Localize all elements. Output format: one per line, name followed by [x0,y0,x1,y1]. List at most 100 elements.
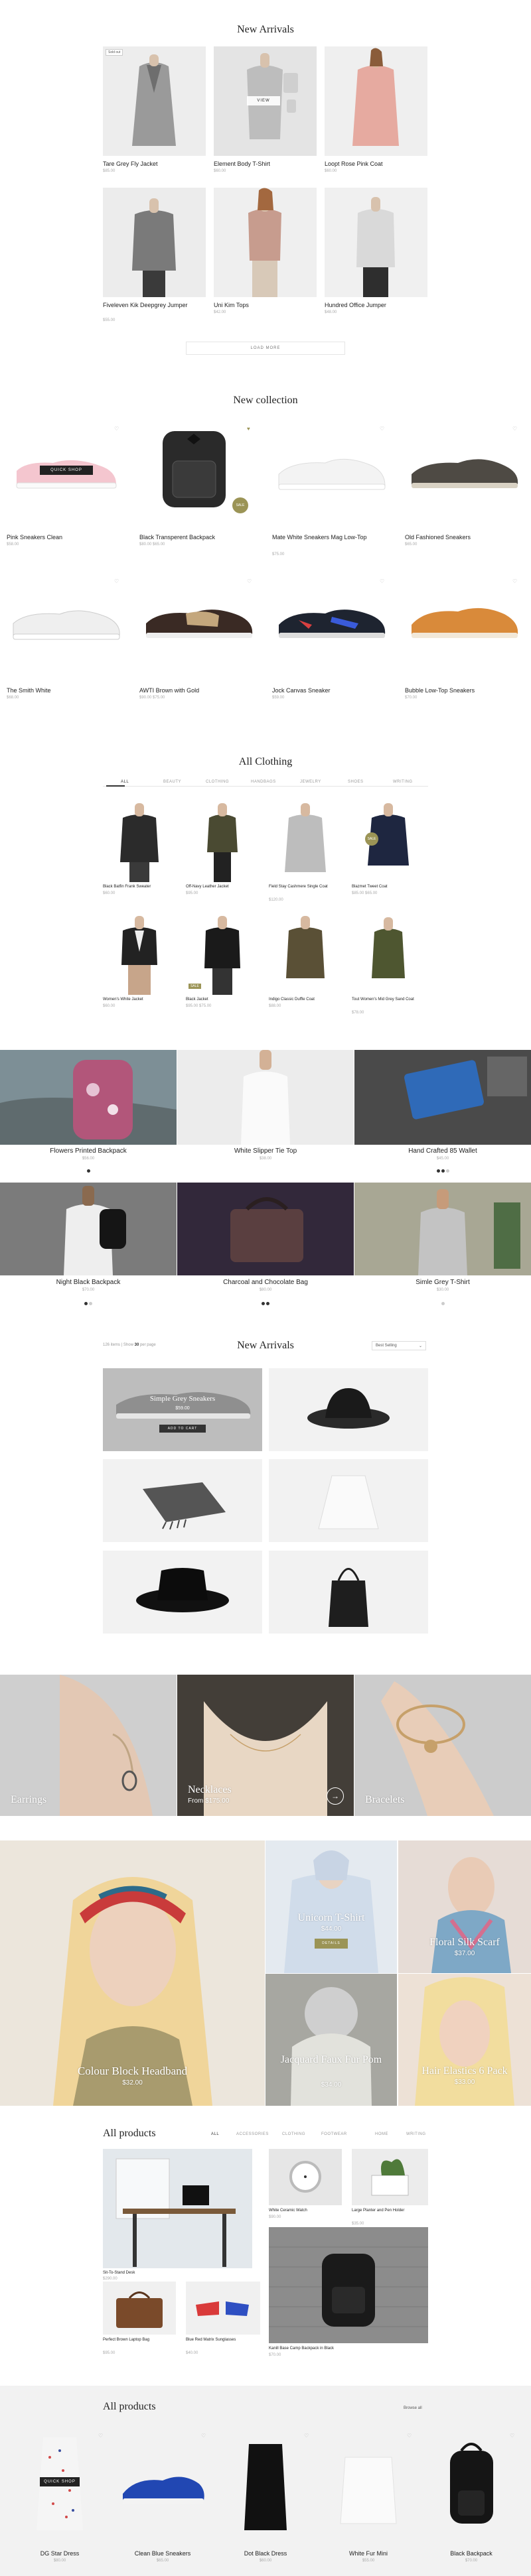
lookbook-name[interactable]: Hand Crafted 85 Wallet [354,1147,531,1155]
product-name[interactable]: AWTI Brown with Gold [139,687,199,694]
product-card[interactable] [186,2282,260,2335]
product-name[interactable]: Dot Black Dress [219,2550,312,2557]
details-button[interactable]: DETAILS [315,1939,348,1949]
product-name[interactable]: Fiveleven Kik Deepgrey Jumper [103,302,188,308]
product-name[interactable]: Jock Canvas Sneaker [272,687,331,694]
load-more-button[interactable]: LOAD MORE [186,342,345,355]
product-name[interactable]: Black Jacket [186,998,208,1001]
product-card[interactable] [322,2431,415,2544]
heart-icon[interactable]: ♡ [98,2433,103,2439]
featured-tile[interactable]: Unicorn T-Shirt $44.00 DETAILS [266,1840,397,1973]
product-name[interactable]: Black Backpack [425,2550,518,2557]
heart-icon[interactable]: ♡ [114,578,119,584]
product-card[interactable] [325,46,427,156]
lookbook-image[interactable] [0,1050,177,1145]
browse-all-link[interactable]: Browse all [404,2406,422,2410]
product-name[interactable]: Uni Kim Tops [214,302,249,308]
product-name[interactable]: Clean Blue Sneakers [116,2550,209,2557]
category-tile[interactable]: Necklaces From $175.00 → [177,1675,354,1816]
featured-tile[interactable]: Floral Silk Scarf $37.00 [398,1840,531,1973]
product-name[interactable]: Tout Women's Mid Grey Sand Coat [352,998,414,1001]
product-name[interactable]: Off-Navy Leather Jacket [186,885,229,889]
heart-icon[interactable]: ♡ [512,578,517,584]
view-button[interactable]: VIEW [247,96,280,105]
product-card[interactable] [352,2149,428,2205]
product-card[interactable]: VIEW [214,46,317,156]
product-card[interactable] [325,188,427,297]
tab-home[interactable]: HOME [375,2132,388,2136]
product-name[interactable]: Indigo Classic Duffle Coat [269,998,315,1001]
product-card[interactable] [103,912,176,995]
arrow-right-icon[interactable]: → [327,1787,344,1805]
carousel-dots[interactable] [177,1297,354,1309]
product-card[interactable] [269,1459,428,1542]
tab-jewelry[interactable]: JEWELRY [300,780,321,784]
product-name[interactable]: Hundred Office Jumper [325,302,386,308]
product-card[interactable] [103,188,206,297]
product-card[interactable] [269,912,342,995]
product-card[interactable]: SALE [186,912,259,995]
category-tile[interactable]: Earrings [0,1675,177,1816]
carousel-dots[interactable] [0,1297,177,1309]
lookbook-name[interactable]: Flowers Printed Backpack [0,1147,177,1155]
product-name[interactable]: Kanill Base Camp Backpack in Black [269,2347,334,2351]
product-name[interactable]: White Ceramic Watch [269,2209,307,2213]
lookbook-name[interactable]: Simle Grey T-Shirt [354,1279,531,1286]
heart-icon[interactable]: ♡ [114,426,119,432]
product-name[interactable]: Pink Sneakers Clean [7,534,62,541]
product-name[interactable]: Tare Grey Fly Jacket [103,161,158,167]
lookbook-image[interactable] [177,1050,354,1145]
heart-icon[interactable]: ♡ [407,2433,412,2439]
tab-all[interactable]: ALL [211,2132,219,2136]
featured-tile[interactable]: Colour Block Headband $32.00 [0,1840,265,2106]
carousel-dots[interactable] [354,1297,531,1309]
product-card[interactable] [269,2227,428,2343]
product-card[interactable] [405,424,524,511]
product-card[interactable] [186,799,259,882]
lookbook-image[interactable] [0,1183,177,1275]
product-name[interactable]: Blazmet Tweet Coat [352,885,388,889]
product-card[interactable] [219,2431,312,2544]
product-name[interactable]: Large Planter and Pen Holder [352,2209,404,2213]
product-name[interactable]: Women's White Jacket [103,998,143,1001]
category-tile[interactable]: Bracelets [354,1675,531,1816]
lookbook-image[interactable] [354,1183,531,1275]
carousel-dots[interactable] [0,1164,177,1176]
tab-beauty[interactable]: BEAUTY [163,780,181,784]
heart-icon[interactable]: ♡ [510,2433,514,2439]
lookbook-image[interactable] [177,1183,354,1275]
product-name[interactable]: Black Transperent Backpack [139,534,215,541]
product-card[interactable] [269,1368,428,1451]
heart-icon[interactable]: ♡ [380,578,384,584]
product-name[interactable]: Bubble Low-Top Sneakers [405,687,475,694]
lookbook-name[interactable]: Night Black Backpack [0,1279,177,1286]
heart-icon[interactable]: ♥ [247,426,250,432]
product-card[interactable] [139,577,259,663]
product-name[interactable]: DG Star Dress [13,2550,106,2557]
tab-clothing[interactable]: CLOTHING [282,2132,305,2136]
tab-writing[interactable]: WRITING [393,780,413,784]
tab-handbags[interactable]: HANDBAGS [251,780,276,784]
promo-card[interactable]: Simple Grey Sneakers $59.00 ADD TO CART [103,1368,262,1451]
product-card[interactable] [272,577,392,663]
product-name[interactable]: Blue Red Matrix Sunglasses [186,2338,236,2342]
heart-icon[interactable]: ♡ [201,2433,206,2439]
heart-icon[interactable]: ♡ [247,578,252,584]
tab-clothing[interactable]: CLOTHING [206,780,229,784]
product-card[interactable] [103,2149,252,2268]
product-name[interactable]: Black Batfin Frank Sweater [103,885,151,889]
heart-icon[interactable]: ♡ [512,426,517,432]
product-card[interactable] [352,912,425,995]
product-card[interactable] [269,1551,428,1634]
product-name[interactable]: Perfect Brown Laptop Bag [103,2338,149,2342]
tab-accessories[interactable]: ACCESSORIES [236,2132,269,2136]
tab-footwear[interactable]: FOOTWEAR [321,2132,347,2136]
product-card[interactable] [103,2282,176,2335]
tab-all[interactable]: ALL [121,780,129,784]
product-card[interactable]: QUICK SHOP [13,2431,106,2544]
product-card[interactable] [214,188,317,297]
tab-writing[interactable]: WRITING [406,2132,426,2136]
product-name[interactable]: Element Body T-Shirt [214,161,270,167]
product-name[interactable]: White Fur Mini [322,2550,415,2557]
product-card[interactable] [269,2149,342,2205]
